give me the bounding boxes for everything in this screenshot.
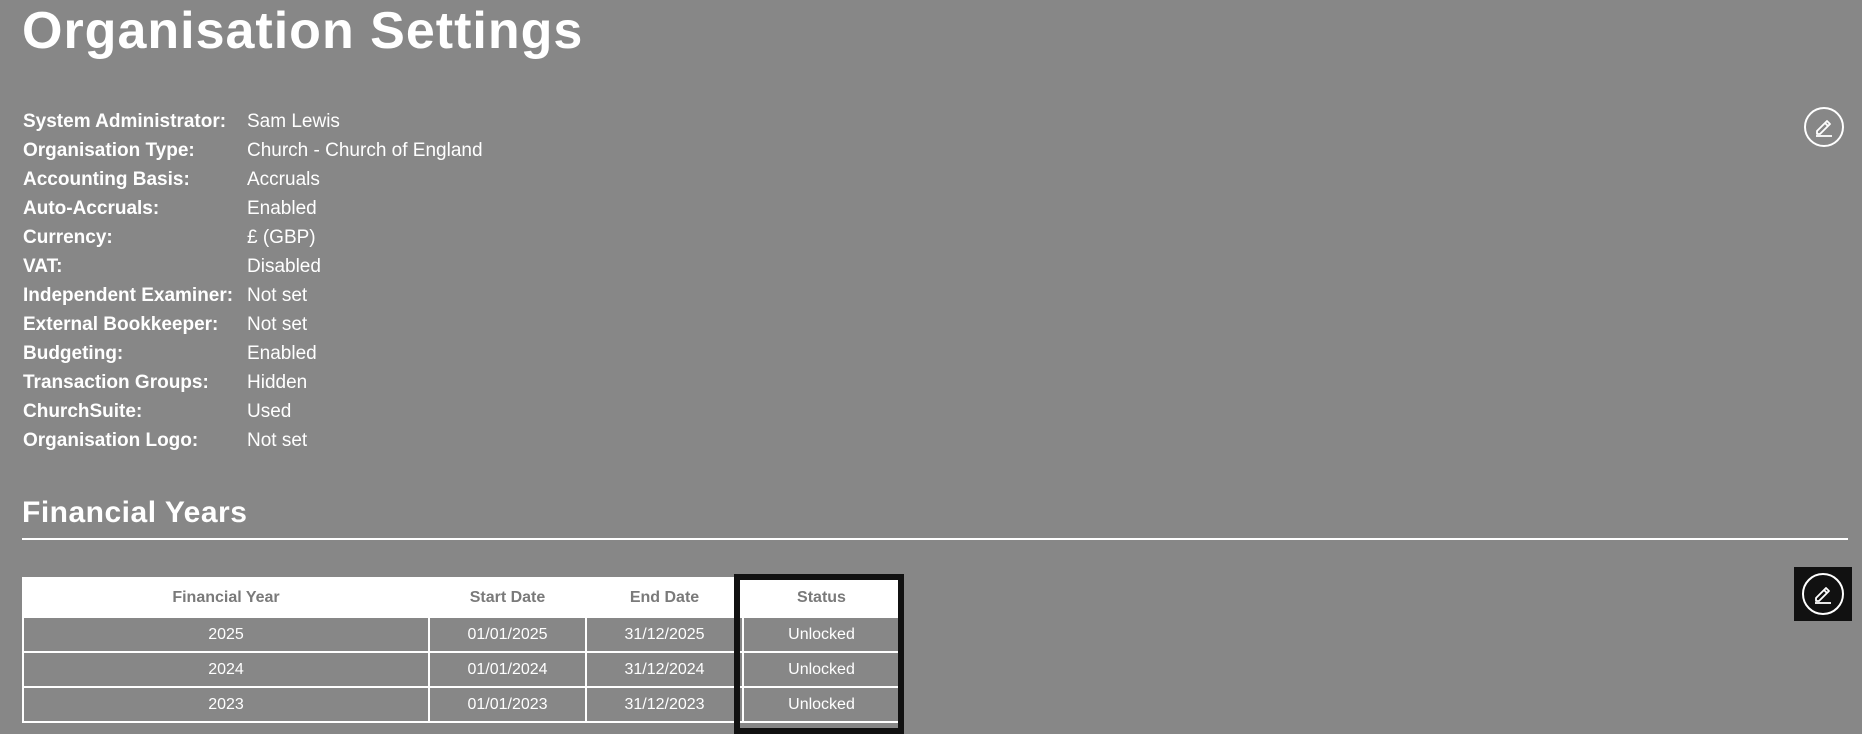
setting-row-churchsuite: ChurchSuite: Used: [23, 397, 483, 426]
end-date-cell: 31/12/2024: [585, 651, 744, 688]
setting-value: Sam Lewis: [247, 111, 340, 132]
setting-label: Currency:: [23, 227, 113, 248]
setting-row-system-administrator: System Administrator: Sam Lewis: [23, 107, 483, 136]
setting-row-independent-examiner: Independent Examiner: Not set: [23, 281, 483, 310]
setting-label: Organisation Logo:: [23, 430, 199, 451]
setting-value: Enabled: [247, 343, 317, 364]
setting-label: Accounting Basis:: [23, 169, 190, 190]
setting-label: Independent Examiner:: [23, 285, 234, 306]
edit-financial-years-button[interactable]: [1802, 573, 1844, 615]
financial-year-cell: 2025: [22, 616, 430, 653]
setting-label: Budgeting:: [23, 343, 124, 364]
financial-year-cell: 2024: [22, 651, 430, 688]
status-cell: Unlocked: [742, 686, 901, 723]
setting-row-organisation-logo: Organisation Logo: Not set: [23, 426, 483, 455]
organisation-settings-list: System Administrator: Sam Lewis Organisa…: [23, 107, 483, 455]
financial-years-heading: Financial Years: [22, 496, 248, 529]
status-cell: Unlocked: [742, 616, 901, 653]
setting-row-accounting-basis: Accounting Basis: Accruals: [23, 165, 483, 194]
start-date-cell: 01/01/2024: [428, 651, 587, 688]
setting-row-external-bookkeeper: External Bookkeeper: Not set: [23, 310, 483, 339]
section-divider: [22, 538, 1848, 540]
setting-label: ChurchSuite:: [23, 401, 143, 422]
setting-value: Not set: [247, 285, 308, 306]
financial-years-table: Financial Year Start Date End Date Statu…: [22, 577, 901, 723]
column-header-start-date: Start Date: [428, 577, 587, 618]
setting-value: Used: [247, 401, 292, 422]
setting-row-auto-accruals: Auto-Accruals: Enabled: [23, 194, 483, 223]
table-row: 2024 01/01/2024 31/12/2024 Unlocked: [22, 651, 901, 688]
setting-row-budgeting: Budgeting: Enabled: [23, 339, 483, 368]
edit-settings-button[interactable]: [1804, 107, 1844, 147]
setting-value: Accruals: [247, 169, 320, 190]
setting-label: Transaction Groups:: [23, 372, 209, 393]
setting-value: Not set: [247, 430, 308, 451]
setting-label: VAT:: [23, 256, 63, 277]
edit-financial-years-highlight: [1794, 567, 1852, 621]
setting-value: £ (GBP): [247, 227, 316, 248]
end-date-cell: 31/12/2023: [585, 686, 744, 723]
setting-value: Enabled: [247, 198, 317, 219]
table-header-row: Financial Year Start Date End Date Statu…: [22, 577, 901, 618]
start-date-cell: 01/01/2023: [428, 686, 587, 723]
column-header-financial-year: Financial Year: [22, 577, 430, 618]
setting-label: System Administrator:: [23, 111, 227, 132]
column-header-status: Status: [742, 577, 901, 618]
setting-row-vat: VAT: Disabled: [23, 252, 483, 281]
financial-year-cell: 2023: [22, 686, 430, 723]
setting-value: Church - Church of England: [247, 140, 483, 161]
setting-row-organisation-type: Organisation Type: Church - Church of En…: [23, 136, 483, 165]
setting-value: Hidden: [247, 372, 308, 393]
table-row: 2023 01/01/2023 31/12/2023 Unlocked: [22, 686, 901, 723]
setting-label: Organisation Type:: [23, 140, 195, 161]
status-cell: Unlocked: [742, 651, 901, 688]
end-date-cell: 31/12/2025: [585, 616, 744, 653]
start-date-cell: 01/01/2025: [428, 616, 587, 653]
setting-value: Disabled: [247, 256, 321, 277]
setting-label: External Bookkeeper:: [23, 314, 219, 335]
setting-row-currency: Currency: £ (GBP): [23, 223, 483, 252]
setting-row-transaction-groups: Transaction Groups: Hidden: [23, 368, 483, 397]
table-row: 2025 01/01/2025 31/12/2025 Unlocked: [22, 616, 901, 653]
edit-icon: [1816, 120, 1832, 137]
page-title: Organisation Settings: [22, 2, 584, 60]
column-header-end-date: End Date: [585, 577, 744, 618]
setting-label: Auto-Accruals:: [23, 198, 160, 219]
edit-icon: [1815, 587, 1831, 604]
setting-value: Not set: [247, 314, 308, 335]
